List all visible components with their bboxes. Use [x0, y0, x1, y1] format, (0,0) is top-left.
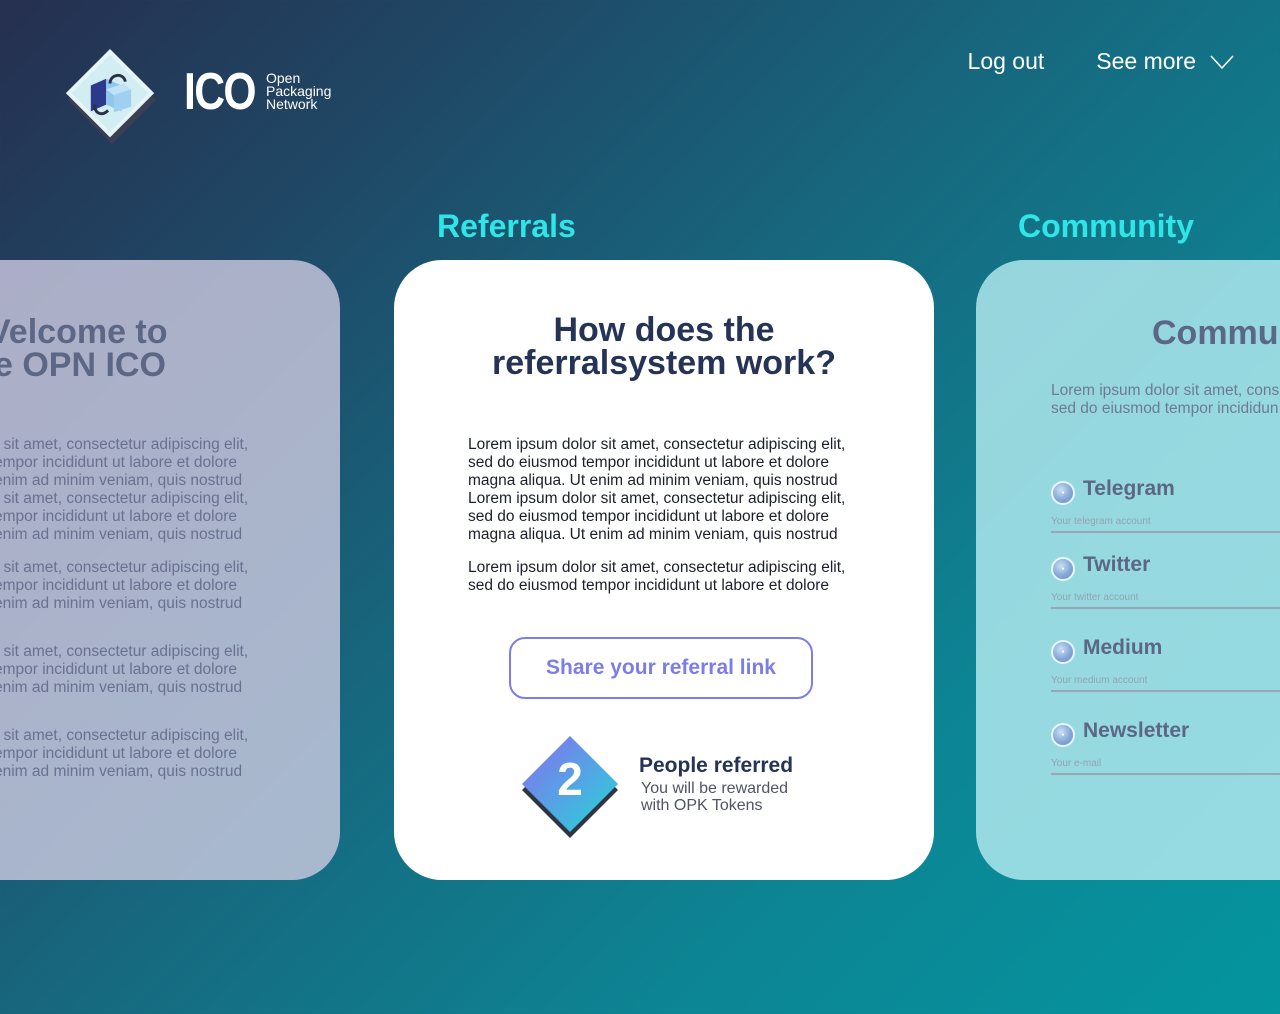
- paragraph-line: empor incididunt ut labore et dolore: [0, 577, 237, 594]
- paragraph-line: enim ad minim veniam, quis nostrud: [0, 763, 243, 780]
- welcome-paragraph: r sit amet, consectetur adipiscing elit,…: [0, 643, 300, 697]
- referral-card: How does the referralsystem work? Lorem …: [394, 260, 934, 880]
- paragraph-line: empor incididunt ut labore et dolore: [0, 454, 237, 471]
- referral-paragraph: Lorem ipsum dolor sit amet, consectetur …: [468, 559, 868, 595]
- community-card[interactable]: Commu Lorem ipsum dolor sit amet, cons s…: [976, 260, 1280, 880]
- share-referral-link-button[interactable]: Share your referral link: [509, 637, 813, 699]
- medium-account-input[interactable]: [1051, 670, 1280, 692]
- community-item-label: Medium: [1083, 636, 1163, 659]
- ico-logo[interactable]: ICO Open Packaging Network: [60, 44, 350, 148]
- referred-count: 2: [557, 753, 583, 805]
- logo-subtitle-line: Network: [266, 96, 318, 112]
- paragraph-line: enim ad minim veniam, quis nostrud: [0, 595, 243, 612]
- welcome-heading: Velcome to e OPN ICO: [0, 313, 340, 384]
- logout-link[interactable]: Log out: [968, 48, 1045, 75]
- paragraph-line: Lorem ipsum dolor sit amet, consectetur …: [468, 559, 846, 576]
- referred-count-badge: 2: [518, 734, 622, 842]
- paragraph-line: r sit amet, consectetur adipiscing elit,: [0, 643, 249, 660]
- referral-paragraph: Lorem ipsum dolor sit amet, consectetur …: [468, 436, 868, 544]
- community-item-label: Twitter: [1083, 553, 1151, 576]
- people-referred-title: People referred: [639, 754, 794, 777]
- paragraph-line: magna aliqua. Ut enim ad minim veniam, q…: [468, 472, 838, 489]
- community-intro: Lorem ipsum dolor sit amet, cons sed do …: [1051, 382, 1279, 418]
- welcome-paragraph: r sit amet, consectetur adipiscing elit,…: [0, 559, 300, 613]
- people-referred-subtitle: You will be rewarded with OPK Tokens: [641, 780, 788, 814]
- paragraph-line: magna aliqua. Ut enim ad minim veniam, q…: [468, 526, 838, 543]
- community-heading: Commu: [1152, 314, 1279, 352]
- paragraph-line: Lorem ipsum dolor sit amet, consectetur …: [468, 436, 846, 453]
- paragraph-line: enim ad minim veniam, quis nostrud: [0, 679, 243, 696]
- logo-cube-icon: [65, 49, 157, 145]
- welcome-paragraph: r sit amet, consectetur adipiscing elit,…: [0, 727, 300, 781]
- top-nav: Log out See more: [968, 48, 1234, 75]
- paragraph-line: sed do eiusmod tempor incididun: [1051, 400, 1279, 417]
- paragraph-line: Lorem ipsum dolor sit amet, cons: [1051, 382, 1280, 399]
- welcome-paragraph: r sit amet, consectetur adipiscing elit,…: [0, 436, 300, 544]
- paragraph-line: r sit amet, consectetur adipiscing elit,: [0, 727, 249, 744]
- coin-icon: ●: [1051, 723, 1075, 747]
- logo-wordmark: ICO: [184, 63, 257, 121]
- newsletter-email-input[interactable]: [1051, 753, 1280, 775]
- paragraph-line: empor incididunt ut labore et dolore: [0, 508, 237, 525]
- subtitle-line: with OPK Tokens: [641, 797, 763, 814]
- referral-heading-line: How does the: [553, 311, 775, 349]
- subtitle-line: You will be rewarded: [641, 780, 789, 797]
- coin-icon: ●: [1051, 640, 1075, 664]
- welcome-heading-line: Velcome to: [0, 313, 168, 351]
- twitter-account-input[interactable]: [1051, 587, 1280, 609]
- logo-subtitle: Open Packaging Network: [266, 71, 331, 112]
- referral-heading: How does the referralsystem work?: [394, 311, 934, 382]
- paragraph-line: r sit amet, consectetur adipiscing elit,: [0, 559, 249, 576]
- welcome-card[interactable]: Velcome to e OPN ICO r sit amet, consect…: [0, 260, 340, 880]
- see-more-dropdown[interactable]: See more: [1096, 48, 1234, 75]
- paragraph-line: sed do eiusmod tempor incididunt ut labo…: [468, 508, 830, 525]
- community-section-title: Community: [1018, 208, 1194, 244]
- paragraph-line: Lorem ipsum dolor sit amet, consectetur …: [468, 490, 846, 507]
- paragraph-line: r sit amet, consectetur adipiscing elit,: [0, 436, 249, 453]
- paragraph-line: enim ad minim veniam, quis nostrud: [0, 526, 243, 543]
- paragraph-line: r sit amet, consectetur adipiscing elit,: [0, 490, 249, 507]
- community-item-label: Newsletter: [1083, 719, 1190, 742]
- referral-heading-line: referralsystem work?: [492, 344, 836, 382]
- community-item-label: Telegram: [1083, 477, 1175, 500]
- paragraph-line: enim ad minim veniam, quis nostrud: [0, 472, 243, 489]
- paragraph-line: sed do eiusmod tempor incididunt ut labo…: [468, 454, 830, 471]
- coin-icon: ●: [1051, 481, 1075, 505]
- paragraph-line: empor incididunt ut labore et dolore: [0, 745, 237, 762]
- coin-icon: ●: [1051, 557, 1075, 581]
- welcome-heading-line: e OPN ICO: [0, 346, 166, 384]
- paragraph-line: empor incididunt ut labore et dolore: [0, 661, 237, 678]
- see-more-label: See more: [1096, 48, 1196, 74]
- paragraph-line: sed do eiusmod tempor incididunt ut labo…: [468, 577, 830, 594]
- chevron-down-icon: [1210, 54, 1234, 69]
- referrals-section-title: Referrals: [437, 208, 576, 244]
- telegram-account-input[interactable]: [1051, 511, 1280, 533]
